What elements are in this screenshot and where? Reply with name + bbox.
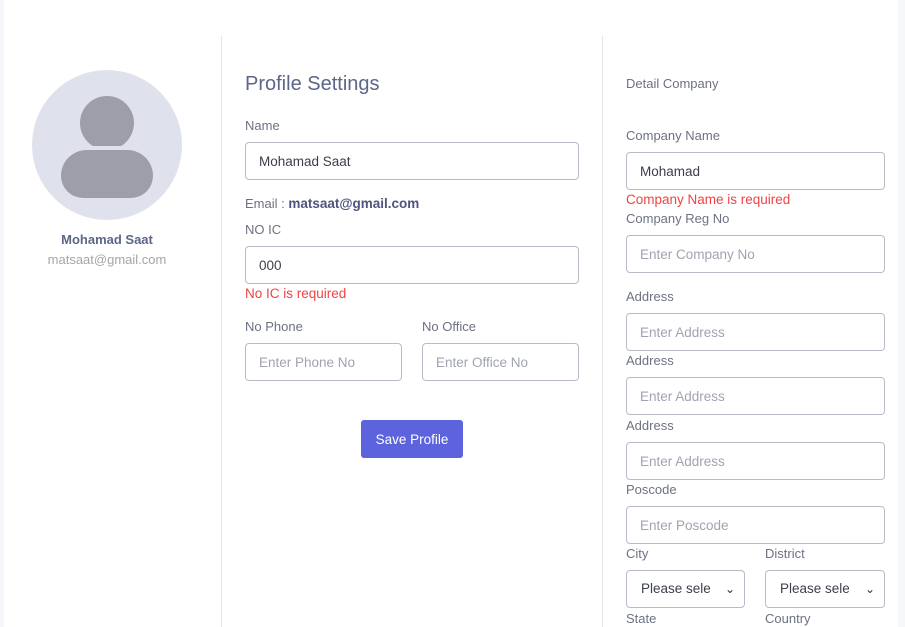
poscode-label: Poscode xyxy=(626,482,677,497)
company-reg-label: Company Reg No xyxy=(626,211,730,226)
district-label: District xyxy=(765,546,805,561)
poscode-input[interactable] xyxy=(626,506,885,544)
address1-label: Address xyxy=(626,289,674,304)
company-section-title: Detail Company xyxy=(626,76,719,91)
state-label: State xyxy=(626,611,657,626)
email-value: matsaat@gmail.com xyxy=(288,196,420,211)
address3-input[interactable] xyxy=(626,442,885,480)
avatar-shoulders xyxy=(61,150,153,198)
profile-card: Mohamad Saat matsaat@gmail.com Profile S… xyxy=(4,0,898,627)
phone-input[interactable] xyxy=(245,343,402,381)
address2-label: Address xyxy=(626,353,674,368)
district-select[interactable]: Please select ⌄ xyxy=(765,570,885,608)
company-name-label: Company Name xyxy=(626,128,720,143)
avatar-head xyxy=(80,96,134,150)
profile-name: Mohamad Saat xyxy=(61,232,153,247)
company-name-input[interactable] xyxy=(626,152,885,190)
city-label: City xyxy=(626,546,649,561)
district-select-value: Please select xyxy=(780,581,850,596)
company-name-error: Company Name is required xyxy=(626,192,791,207)
office-label: No Office xyxy=(422,319,476,334)
phone-label: No Phone xyxy=(245,319,303,334)
email-line: Email : matsaat@gmail.com xyxy=(245,196,419,211)
noic-input[interactable] xyxy=(245,246,579,284)
chevron-down-icon: ⌄ xyxy=(724,582,735,596)
chevron-down-icon: ⌄ xyxy=(864,582,875,596)
address2-input[interactable] xyxy=(626,377,885,415)
profile-email: matsaat@gmail.com xyxy=(47,252,167,267)
city-select[interactable]: Please select ⌄ xyxy=(626,570,745,608)
divider-right xyxy=(602,36,603,627)
save-profile-button[interactable]: Save Profile xyxy=(361,420,463,458)
noic-label: NO IC xyxy=(245,222,282,237)
email-label: Email : xyxy=(245,196,289,211)
country-label: Country xyxy=(765,611,811,626)
office-input[interactable] xyxy=(422,343,579,381)
user-avatar-icon xyxy=(32,70,182,220)
name-input[interactable] xyxy=(245,142,579,180)
noic-error: No IC is required xyxy=(245,286,347,301)
company-reg-input[interactable] xyxy=(626,235,885,273)
address3-label: Address xyxy=(626,418,674,433)
page-title: Profile Settings xyxy=(245,73,380,95)
name-label: Name xyxy=(245,118,280,133)
address1-input[interactable] xyxy=(626,313,885,351)
city-select-value: Please select xyxy=(641,581,711,596)
divider-left xyxy=(221,36,222,627)
